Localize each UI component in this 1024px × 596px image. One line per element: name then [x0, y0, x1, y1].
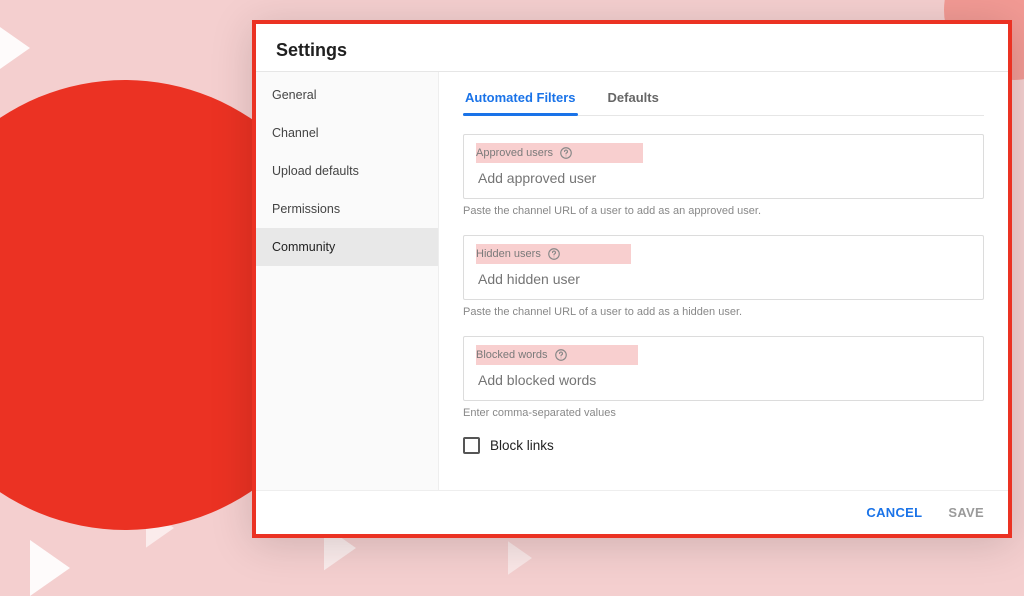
blocked-words-input[interactable] [476, 371, 975, 389]
block-links-label: Block links [490, 438, 554, 453]
settings-content: Automated Filters Defaults Approved user… [439, 72, 1008, 490]
hidden-users-field[interactable]: Hidden users [463, 235, 984, 300]
block-links-checkbox-row[interactable]: Block links [463, 437, 984, 454]
sidebar-item-channel[interactable]: Channel [256, 114, 438, 152]
block-links-checkbox[interactable] [463, 437, 480, 454]
approved-users-field[interactable]: Approved users [463, 134, 984, 199]
approved-users-hint: Paste the channel URL of a user to add a… [463, 205, 984, 217]
approved-users-group: Approved users Paste the channel URL of … [463, 134, 984, 217]
blocked-words-label: Blocked words [476, 349, 548, 361]
dialog-title: Settings [276, 40, 988, 61]
sidebar-item-community[interactable]: Community [256, 228, 438, 266]
sidebar-item-upload-defaults[interactable]: Upload defaults [256, 152, 438, 190]
hidden-users-highlight: Hidden users [476, 244, 631, 264]
bg-play-icon [30, 540, 70, 596]
blocked-words-field[interactable]: Blocked words [463, 336, 984, 401]
sidebar-item-permissions[interactable]: Permissions [256, 190, 438, 228]
hidden-users-group: Hidden users Paste the channel URL of a … [463, 235, 984, 318]
bg-play-icon [0, 20, 30, 76]
tab-automated-filters[interactable]: Automated Filters [463, 82, 578, 115]
hidden-users-hint: Paste the channel URL of a user to add a… [463, 306, 984, 318]
cancel-button[interactable]: CANCEL [862, 499, 926, 526]
blocked-words-hint: Enter comma-separated values [463, 407, 984, 419]
tab-bar: Automated Filters Defaults [463, 82, 984, 116]
dialog-footer: CANCEL SAVE [256, 490, 1008, 534]
settings-sidebar: General Channel Upload defaults Permissi… [256, 72, 439, 490]
approved-users-label: Approved users [476, 147, 553, 159]
help-icon[interactable] [559, 146, 573, 160]
settings-dialog: Settings General Channel Upload defaults… [252, 20, 1012, 538]
hidden-users-label: Hidden users [476, 248, 541, 260]
help-icon[interactable] [547, 247, 561, 261]
save-button[interactable]: SAVE [944, 499, 988, 526]
blocked-words-highlight: Blocked words [476, 345, 638, 365]
tab-defaults[interactable]: Defaults [606, 82, 661, 115]
bg-play-icon [508, 541, 532, 575]
approved-users-input[interactable] [476, 169, 975, 187]
dialog-body: General Channel Upload defaults Permissi… [256, 72, 1008, 490]
help-icon[interactable] [554, 348, 568, 362]
sidebar-item-general[interactable]: General [256, 76, 438, 114]
approved-users-highlight: Approved users [476, 143, 643, 163]
blocked-words-group: Blocked words Enter comma-separated valu… [463, 336, 984, 419]
hidden-users-input[interactable] [476, 270, 975, 288]
dialog-header: Settings [256, 24, 1008, 71]
